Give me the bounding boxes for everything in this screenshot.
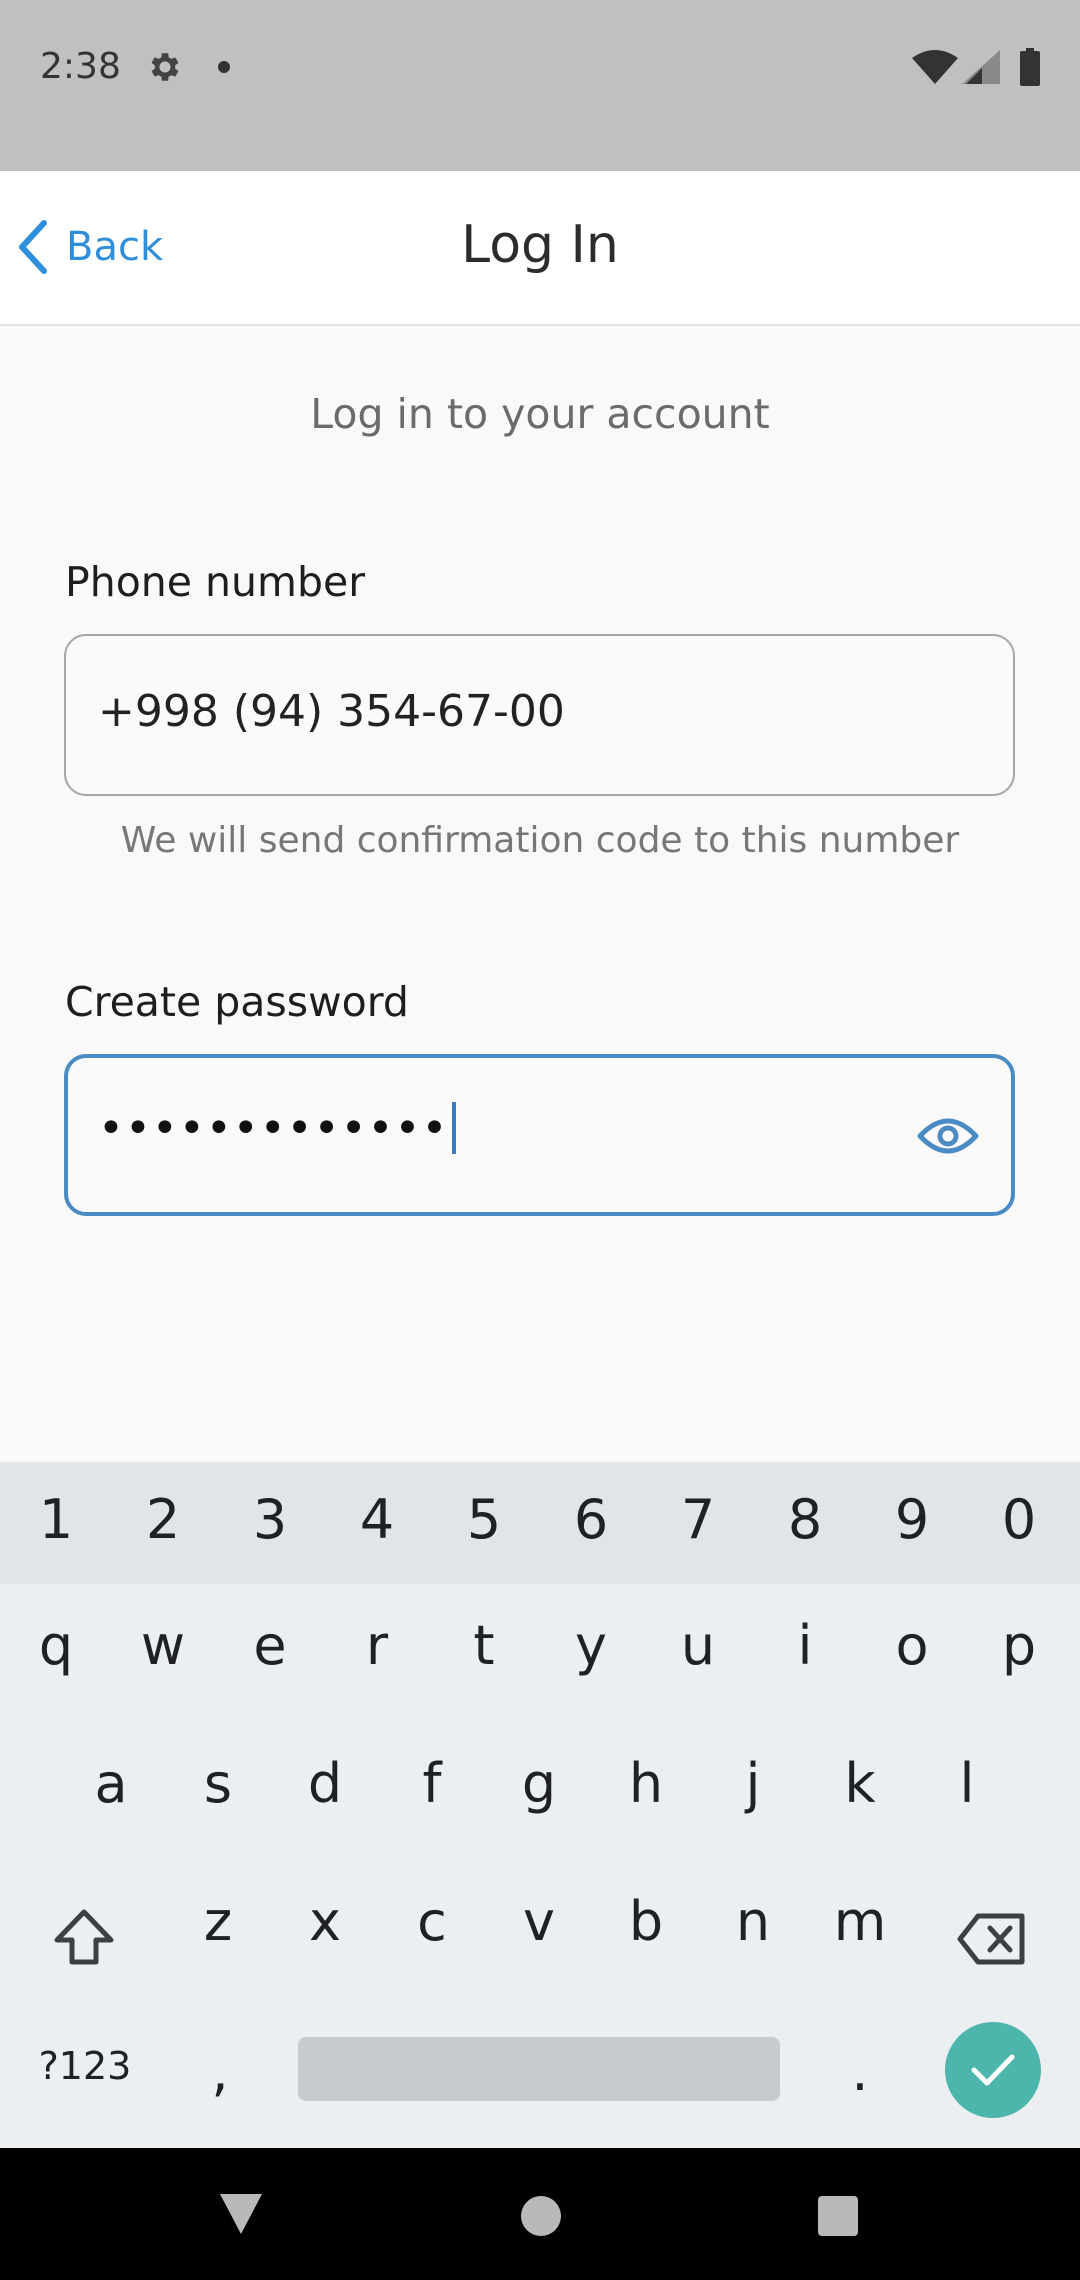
phone-value: +998 (94) 354-67-00 xyxy=(98,686,565,737)
status-time: 2:38 xyxy=(40,46,121,87)
page-title: Log In xyxy=(461,215,619,275)
key-i[interactable]: i xyxy=(755,1614,855,1677)
key-u[interactable]: u xyxy=(648,1614,748,1677)
soft-keyboard: 1 2 3 4 5 6 7 8 9 0 q w e r t y u i o p … xyxy=(0,1462,1080,2148)
key-g[interactable]: g xyxy=(489,1752,589,1815)
nav-recents-icon[interactable] xyxy=(818,2196,858,2236)
text-cursor xyxy=(452,1102,457,1154)
space-bar[interactable] xyxy=(298,2037,780,2101)
nav-home-icon[interactable] xyxy=(521,2196,561,2236)
key-b[interactable]: b xyxy=(596,1890,696,1953)
key-d[interactable]: d xyxy=(275,1752,375,1815)
key-x[interactable]: x xyxy=(275,1890,375,1953)
key-t[interactable]: t xyxy=(434,1614,534,1677)
key-3[interactable]: 3 xyxy=(220,1488,320,1551)
checkmark-icon xyxy=(971,2054,1015,2086)
key-7[interactable]: 7 xyxy=(648,1488,748,1551)
key-l[interactable]: l xyxy=(917,1752,1017,1815)
password-masked-text: ••••••••••••• xyxy=(98,1102,449,1154)
phone-field[interactable]: +998 (94) 354-67-00 xyxy=(64,634,1015,796)
wifi-icon xyxy=(912,50,958,84)
comma-key[interactable]: , xyxy=(170,2040,270,2103)
password-label: Create password xyxy=(65,978,409,1026)
key-a[interactable]: a xyxy=(61,1752,161,1815)
gear-icon xyxy=(151,53,179,81)
key-r[interactable]: r xyxy=(327,1614,427,1677)
symbols-key[interactable]: ?123 xyxy=(35,2044,135,2088)
enter-button[interactable] xyxy=(945,2022,1041,2118)
key-m[interactable]: m xyxy=(810,1890,910,1953)
password-field[interactable]: ••••••••••••• xyxy=(64,1054,1015,1216)
app-bar: Back Log In xyxy=(0,171,1080,326)
key-s[interactable]: s xyxy=(168,1752,268,1815)
notification-dot-icon xyxy=(218,61,230,73)
signal-icon xyxy=(962,50,1000,84)
key-q[interactable]: q xyxy=(6,1614,106,1677)
key-9[interactable]: 9 xyxy=(862,1488,962,1551)
key-f[interactable]: f xyxy=(382,1752,482,1815)
key-e[interactable]: e xyxy=(220,1614,320,1677)
key-5[interactable]: 5 xyxy=(434,1488,534,1551)
phone-helper-text: We will send confirmation code to this n… xyxy=(120,820,960,861)
key-1[interactable]: 1 xyxy=(6,1488,106,1551)
key-8[interactable]: 8 xyxy=(755,1488,855,1551)
eye-icon[interactable] xyxy=(917,1112,979,1160)
key-0[interactable]: 0 xyxy=(969,1488,1069,1551)
key-6[interactable]: 6 xyxy=(541,1488,641,1551)
form-subtitle: Log in to your account xyxy=(310,390,770,438)
key-2[interactable]: 2 xyxy=(113,1488,213,1551)
key-o[interactable]: o xyxy=(862,1614,962,1677)
key-k[interactable]: k xyxy=(810,1752,910,1815)
key-4[interactable]: 4 xyxy=(327,1488,427,1551)
password-value: ••••••••••••• xyxy=(98,1102,457,1154)
key-j[interactable]: j xyxy=(703,1752,803,1815)
shift-icon[interactable] xyxy=(52,1907,116,1967)
key-v[interactable]: v xyxy=(489,1890,589,1953)
key-y[interactable]: y xyxy=(541,1614,641,1677)
status-bar: 2:38 xyxy=(0,0,1080,171)
key-w[interactable]: w xyxy=(113,1614,213,1677)
phone-label: Phone number xyxy=(65,558,366,606)
battery-icon xyxy=(1020,48,1040,86)
key-c[interactable]: c xyxy=(382,1890,482,1953)
key-h[interactable]: h xyxy=(596,1752,696,1815)
key-z[interactable]: z xyxy=(168,1890,268,1953)
nav-back-icon[interactable] xyxy=(218,2192,264,2236)
backspace-icon[interactable] xyxy=(956,1912,1028,1966)
system-nav-bar xyxy=(0,2148,1080,2280)
period-key[interactable]: . xyxy=(810,2040,910,2103)
key-p[interactable]: p xyxy=(969,1614,1069,1677)
key-n[interactable]: n xyxy=(703,1890,803,1953)
